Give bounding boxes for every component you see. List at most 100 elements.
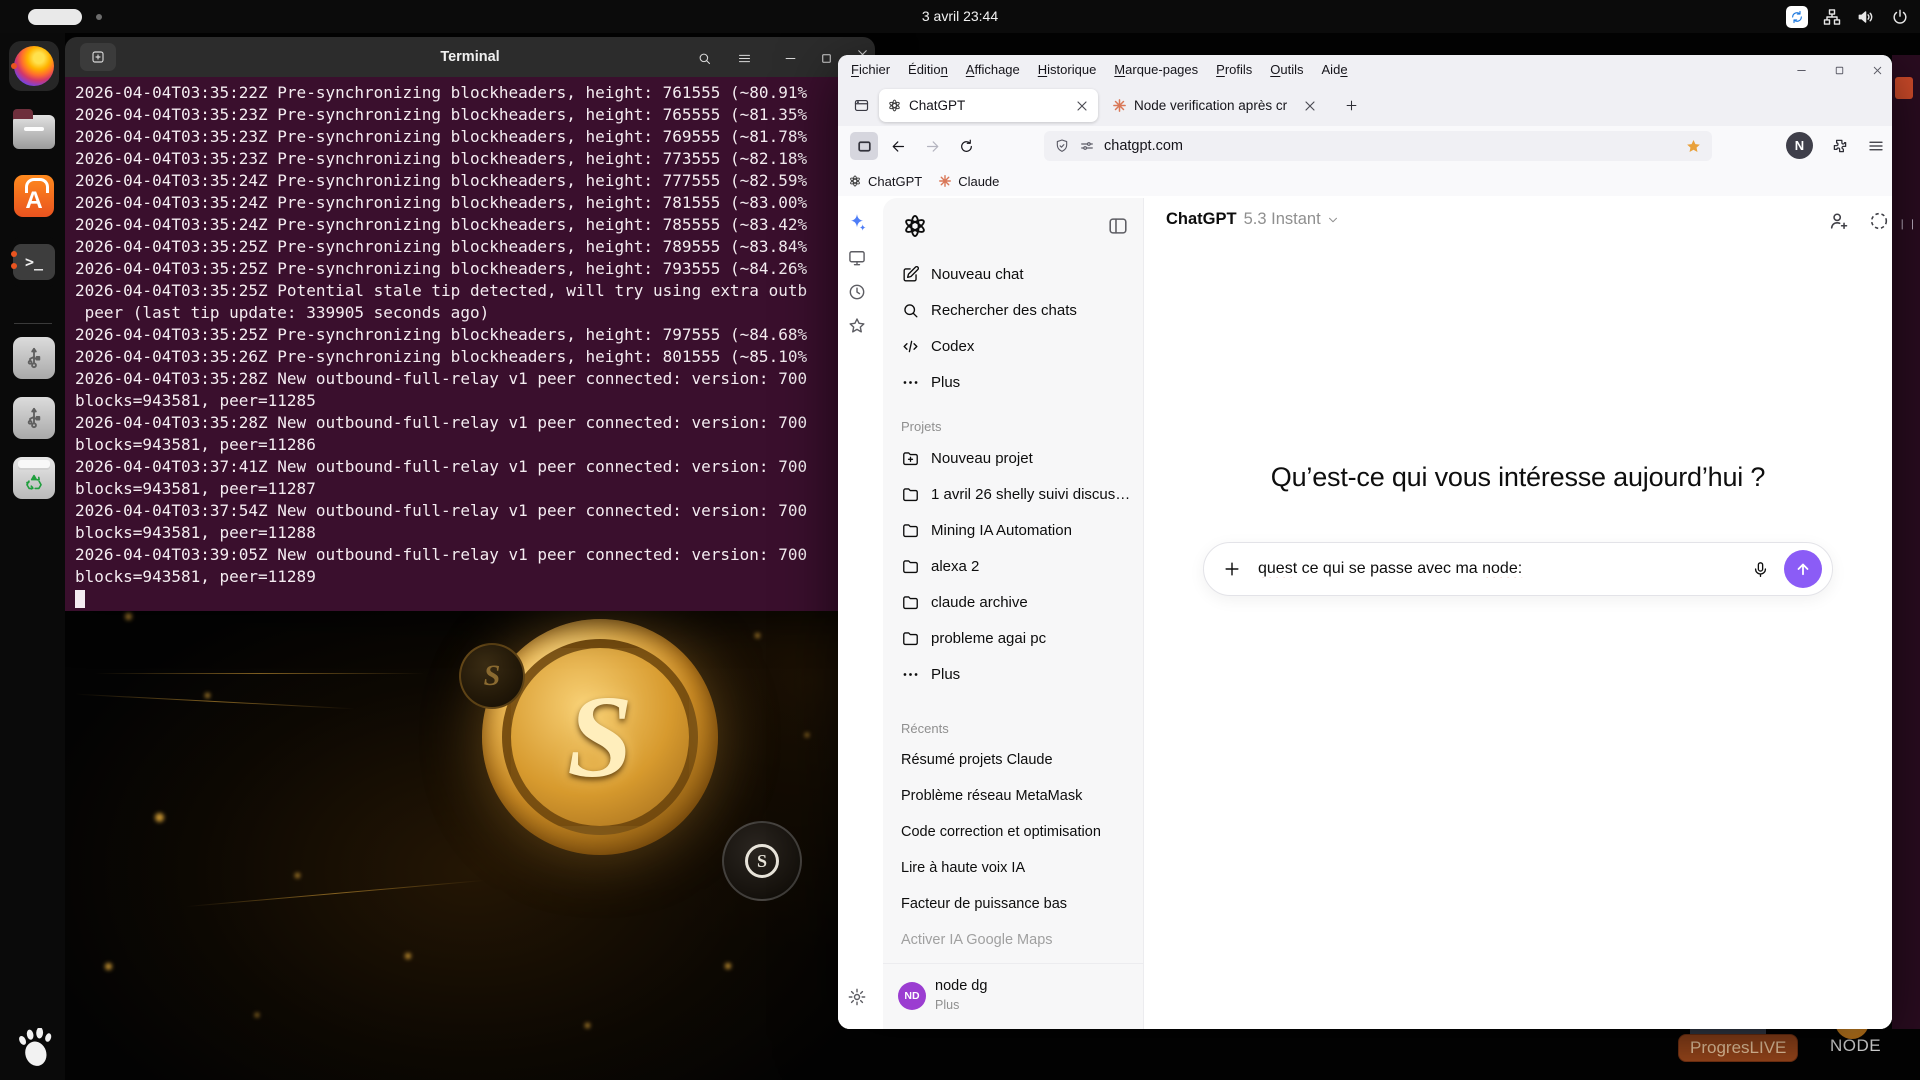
sync-app-icon[interactable] — [1786, 6, 1808, 28]
attach-plus-icon[interactable] — [1222, 559, 1242, 579]
terminal-log-line: blocks=943581, peer=11288 — [75, 522, 865, 544]
firefox-view-button[interactable] — [846, 91, 876, 119]
menu-item-fichier[interactable]: Fichier — [842, 55, 899, 84]
history-icon[interactable] — [847, 282, 867, 302]
sidebar-item[interactable]: Mining IA Automation — [883, 512, 1143, 548]
window-close-button[interactable] — [1866, 59, 1888, 81]
model-selector[interactable]: ChatGPT 5.3 Instant — [1166, 210, 1340, 229]
chatgpt-logo-icon[interactable] — [901, 212, 929, 240]
progres-live-badge[interactable]: ProgresLIVE — [1678, 1034, 1798, 1062]
starred-icon[interactable] — [847, 316, 867, 336]
terminal-log-line: 2026-04-04T03:35:22Z Pre-synchronizing b… — [75, 82, 865, 104]
sidebar-item[interactable]: Plus — [883, 364, 1143, 400]
account-footer[interactable]: ND node dg Plus — [883, 963, 1143, 1029]
dock-item-firefox[interactable] — [9, 41, 59, 91]
clock[interactable]: 3 avril 23:44 — [0, 0, 1920, 33]
window-minimize-button[interactable] — [1790, 59, 1812, 81]
dock-item-usb-drive-1[interactable] — [9, 333, 59, 383]
tab-close-icon[interactable] — [1074, 98, 1090, 114]
recent-chat-item[interactable]: Code correction et optimisation — [883, 814, 1143, 850]
node-label[interactable]: NODE — [1830, 1036, 1881, 1056]
bookmark-chatgpt[interactable]: ChatGPT — [848, 174, 922, 189]
terminal-maximize-button[interactable] — [815, 47, 837, 69]
menu-item-marquepages[interactable]: Marque-pages — [1105, 55, 1207, 84]
dock-item-usb-drive-2[interactable] — [9, 393, 59, 443]
dock-item-terminal[interactable]: >_ — [9, 237, 59, 287]
new-tab-button[interactable] — [1338, 92, 1364, 118]
power-icon[interactable] — [1890, 7, 1910, 27]
terminal-minimize-button[interactable] — [779, 47, 801, 69]
sidebar-item[interactable]: Nouveau chat — [883, 256, 1143, 292]
url-text[interactable]: chatgpt.com — [1104, 138, 1685, 154]
sidebar-scroll-area[interactable]: Nouveau chatRechercher des chatsCodexPlu… — [883, 256, 1143, 963]
mic-icon[interactable] — [1751, 560, 1770, 579]
chat-input[interactable]: quest ce qui se passe avec ma node: — [1258, 560, 1751, 578]
bookmark-star-icon[interactable] — [1685, 138, 1702, 155]
settings-gear-icon[interactable] — [847, 987, 867, 1007]
network-icon[interactable] — [1822, 7, 1842, 27]
sidebar-item[interactable]: Rechercher des chats — [883, 292, 1143, 328]
dock-item-trash[interactable] — [9, 453, 59, 503]
sidebar-item[interactable]: probleme agai pc — [883, 620, 1143, 656]
recent-chat-item[interactable]: Activer IA Google Maps — [883, 922, 1143, 958]
terminal-log-line: 2026-04-04T03:35:28Z New outbound-full-r… — [75, 412, 865, 434]
sidebar-item[interactable]: 1 avril 26 shelly suivi discussi… — [883, 476, 1143, 512]
forward-button[interactable] — [918, 132, 946, 160]
url-bar[interactable]: chatgpt.com — [1044, 131, 1712, 161]
collapse-sidebar-icon[interactable] — [1107, 215, 1129, 237]
terminal-search-button[interactable] — [693, 47, 715, 69]
terminal-log-line: 2026-04-04T03:35:23Z Pre-synchronizing b… — [75, 148, 865, 170]
dock-item-files[interactable] — [9, 107, 59, 157]
sidebar-item[interactable]: claude archive — [883, 584, 1143, 620]
app-menu-icon[interactable] — [1862, 132, 1889, 159]
codex-icon — [901, 337, 920, 356]
sparkle-icon[interactable] — [847, 212, 867, 232]
share-invite-icon[interactable] — [1828, 210, 1850, 232]
sidebar-item[interactable]: Plus — [883, 656, 1143, 692]
back-button[interactable] — [884, 132, 912, 160]
recent-chat-item[interactable]: Facteur de puissance bas — [883, 886, 1143, 922]
sidebar-header — [883, 198, 1143, 254]
menu-item-profils[interactable]: Profils — [1207, 55, 1261, 84]
menu-item-affichage[interactable]: Affichage — [957, 55, 1029, 84]
sidebar-item[interactable]: Codex — [883, 328, 1143, 364]
apps-icon[interactable] — [847, 248, 867, 268]
dock-item-app-center[interactable]: A — [9, 171, 59, 221]
tab-node-verification[interactable]: Node verification après cr — [1104, 89, 1326, 122]
terminal-titlebar[interactable]: Terminal — [65, 37, 875, 77]
menu-item-aide[interactable]: Aide — [1313, 55, 1357, 84]
sidebar-item[interactable]: Nouveau projet — [883, 440, 1143, 476]
chat-composer[interactable]: quest ce qui se passe avec ma node: — [1203, 542, 1833, 596]
sidebar-item-label: Nouveau projet — [931, 450, 1033, 467]
terminal-log[interactable]: 2026-04-04T03:35:22Z Pre-synchronizing b… — [65, 77, 875, 611]
sidebar-toggle-button[interactable] — [850, 132, 878, 160]
window-maximize-button[interactable] — [1828, 59, 1850, 81]
sidebar-item-label: Plus — [931, 666, 960, 683]
input-text: ce qui se passe avec ma — [1297, 560, 1482, 577]
recent-chat-item[interactable]: Résumé projets Claude — [883, 742, 1143, 778]
volume-icon[interactable] — [1856, 7, 1876, 27]
usb-icon — [13, 397, 55, 439]
recent-chat-item[interactable]: Problème réseau MetaMask — [883, 778, 1143, 814]
firefox-menubar: FichierÉditionAffichageHistoriqueMarque-… — [838, 55, 1892, 84]
menu-item-dition[interactable]: Édition — [899, 55, 957, 84]
sidebar-item[interactable]: alexa 2 — [883, 548, 1143, 584]
send-button[interactable] — [1784, 550, 1822, 588]
permissions-icon[interactable] — [1079, 138, 1095, 154]
sidebar-item-label: alexa 2 — [931, 558, 979, 575]
menu-item-outils[interactable]: Outils — [1261, 55, 1312, 84]
extensions-icon[interactable] — [1826, 132, 1853, 159]
tab-bar: ChatGPT Node verification après cr — [838, 84, 1892, 126]
terminal-menu-button[interactable] — [733, 47, 755, 69]
recent-chat-item[interactable]: Lire à haute voix IA — [883, 850, 1143, 886]
temporary-chat-icon[interactable] — [1868, 210, 1890, 232]
reload-button[interactable] — [952, 132, 980, 160]
chatgpt-main: ChatGPT 5.3 Instant Qu’est-ce qui vous i… — [1144, 196, 1892, 1029]
shield-icon[interactable] — [1054, 138, 1070, 154]
tab-close-icon[interactable] — [1302, 98, 1318, 114]
menu-item-historique[interactable]: Historique — [1029, 55, 1106, 84]
circuit-line — [186, 880, 485, 907]
firefox-account-badge[interactable]: N — [1786, 132, 1813, 159]
bookmark-claude[interactable]: Claude — [938, 174, 999, 189]
tab-chatgpt[interactable]: ChatGPT — [879, 89, 1098, 122]
